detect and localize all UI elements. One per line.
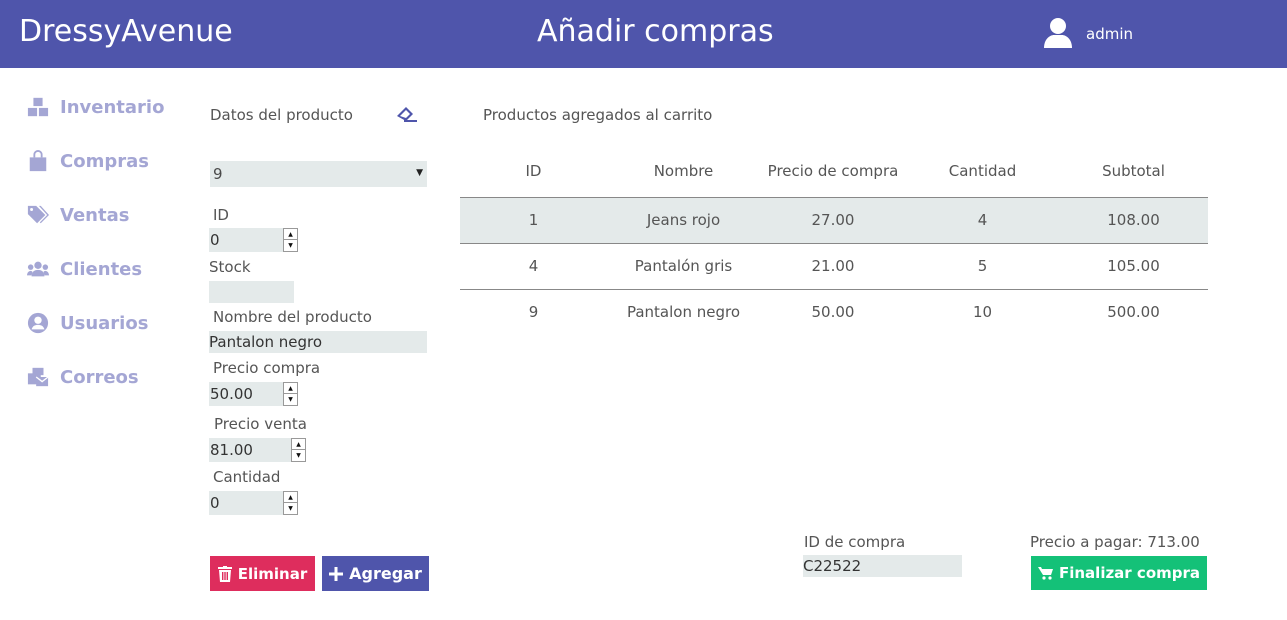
quantity-label: Cantidad xyxy=(213,468,281,486)
top-bar: DressyAvenue Añadir compras admin xyxy=(0,0,1287,68)
cell-nombre: Jeans rojo xyxy=(607,197,760,244)
table-row[interactable]: 4 Pantalón gris 21.00 5 105.00 xyxy=(460,243,1208,290)
spin-down-icon[interactable]: ▼ xyxy=(284,503,297,514)
id-input[interactable]: 0 ▲ ▼ xyxy=(209,228,298,252)
column-header-subtotal: Subtotal xyxy=(1059,145,1208,198)
spin-up-icon[interactable]: ▲ xyxy=(284,492,297,503)
page-title: Añadir compras xyxy=(537,14,774,49)
buy-price-value: 50.00 xyxy=(210,385,253,403)
spin-down-icon[interactable]: ▼ xyxy=(284,240,297,251)
column-header-nombre: Nombre xyxy=(607,145,760,198)
table-row[interactable]: 9 Pantalon negro 50.00 10 500.00 xyxy=(460,289,1208,335)
sidebar-item-ventas[interactable]: Ventas xyxy=(27,200,129,230)
cell-subtotal: 105.00 xyxy=(1059,243,1208,290)
users-icon xyxy=(27,261,49,277)
plus-icon xyxy=(329,566,344,581)
cell-subtotal: 500.00 xyxy=(1107,303,1160,322)
add-button-label: Agregar xyxy=(349,564,422,583)
sidebar-item-label: Usuarios xyxy=(60,312,149,334)
cell-cantidad: 4 xyxy=(906,197,1059,244)
eraser-icon[interactable] xyxy=(396,103,418,123)
spin-down-icon[interactable]: ▼ xyxy=(284,394,297,405)
product-select[interactable]: 9 ▼ xyxy=(210,161,427,187)
sidebar-item-clientes[interactable]: Clientes xyxy=(27,254,142,284)
buy-price-spinner[interactable]: ▲ ▼ xyxy=(283,382,298,406)
column-header-precio: Precio de compra xyxy=(760,145,906,198)
tags-icon xyxy=(27,205,49,224)
sell-price-value: 81.00 xyxy=(210,441,253,459)
cart-icon xyxy=(1037,566,1053,580)
buy-price-input[interactable]: 50.00 ▲ ▼ xyxy=(209,382,298,406)
cart-section-label: Productos agregados al carrito xyxy=(483,106,713,124)
product-select-value: 9 xyxy=(213,165,223,183)
purchase-id-input[interactable]: C22522 xyxy=(803,555,962,577)
spin-up-icon[interactable]: ▲ xyxy=(292,439,305,450)
id-input-value: 0 xyxy=(210,231,220,249)
cell-precio: 50.00 xyxy=(811,303,855,322)
delete-button-label: Eliminar xyxy=(237,564,308,583)
quantity-spinner[interactable]: ▲ ▼ xyxy=(283,491,298,515)
stock-input[interactable] xyxy=(209,281,294,303)
delete-button[interactable]: Eliminar xyxy=(210,556,315,591)
product-section-label: Datos del producto xyxy=(210,106,353,124)
product-name-input[interactable]: Pantalon negro xyxy=(209,331,427,353)
brand-logo[interactable]: DressyAvenue xyxy=(19,14,233,49)
add-button[interactable]: Agregar xyxy=(322,556,429,591)
cell-nombre: Pantalón gris xyxy=(607,243,760,290)
sidebar-item-label: Correos xyxy=(60,366,139,388)
column-header-cantidad: Cantidad xyxy=(906,145,1059,198)
purchase-id-label: ID de compra xyxy=(804,533,906,551)
product-name-label: Nombre del producto xyxy=(213,308,372,326)
sidebar-item-correos[interactable]: Correos xyxy=(27,362,139,392)
cell-precio: 21.00 xyxy=(760,243,906,290)
quantity-value: 0 xyxy=(210,494,220,512)
column-header-id: ID xyxy=(460,145,607,198)
sidebar-item-label: Ventas xyxy=(60,204,130,226)
boxes-icon xyxy=(27,97,49,117)
stock-label: Stock xyxy=(209,258,251,276)
cell-nombre: Pantalon negro xyxy=(626,303,741,322)
cell-id: 1 xyxy=(460,197,607,244)
user-circle-icon xyxy=(27,312,49,334)
cell-cantidad: 10 xyxy=(972,303,993,322)
sidebar-item-inventario[interactable]: Inventario xyxy=(27,92,164,122)
mail-bulk-icon xyxy=(27,367,49,387)
sidebar-item-label: Compras xyxy=(60,150,149,172)
finish-purchase-button[interactable]: Finalizar compra xyxy=(1031,556,1207,590)
spin-up-icon[interactable]: ▲ xyxy=(284,383,297,394)
id-spinner[interactable]: ▲ ▼ xyxy=(283,228,298,252)
buy-price-label: Precio compra xyxy=(213,359,321,377)
total-label: Precio a pagar: 713.00 xyxy=(1030,533,1200,551)
sidebar-item-usuarios[interactable]: Usuarios xyxy=(27,308,148,338)
cell-precio: 27.00 xyxy=(760,197,906,244)
spin-down-icon[interactable]: ▼ xyxy=(292,450,305,461)
cart-table: ID Nombre Precio de compra Cantidad Subt… xyxy=(460,145,1208,335)
sidebar-item-compras[interactable]: Compras xyxy=(27,146,149,176)
sidebar-item-label: Clientes xyxy=(60,258,143,280)
user-icon[interactable] xyxy=(1042,17,1074,49)
shopping-bag-icon xyxy=(29,150,47,172)
sidebar-item-label: Inventario xyxy=(60,96,165,118)
cell-id: 9 xyxy=(528,303,539,322)
sell-price-label: Precio venta xyxy=(214,415,307,433)
id-label: ID xyxy=(213,206,229,224)
user-name[interactable]: admin xyxy=(1086,25,1133,43)
cell-cantidad: 5 xyxy=(906,243,1059,290)
trash-icon xyxy=(217,565,232,582)
cell-subtotal: 108.00 xyxy=(1059,197,1208,244)
quantity-input[interactable]: 0 ▲ ▼ xyxy=(209,491,298,515)
table-header-row: ID Nombre Precio de compra Cantidad Subt… xyxy=(460,145,1208,198)
spin-up-icon[interactable]: ▲ xyxy=(284,229,297,240)
table-row[interactable]: 1 Jeans rojo 27.00 4 108.00 xyxy=(460,197,1208,244)
finish-purchase-label: Finalizar compra xyxy=(1058,564,1201,582)
sell-price-spinner[interactable]: ▲ ▼ xyxy=(291,438,306,462)
chevron-down-icon: ▼ xyxy=(416,168,423,178)
cell-id: 4 xyxy=(460,243,607,290)
sell-price-input[interactable]: 81.00 ▲ ▼ xyxy=(209,438,306,462)
